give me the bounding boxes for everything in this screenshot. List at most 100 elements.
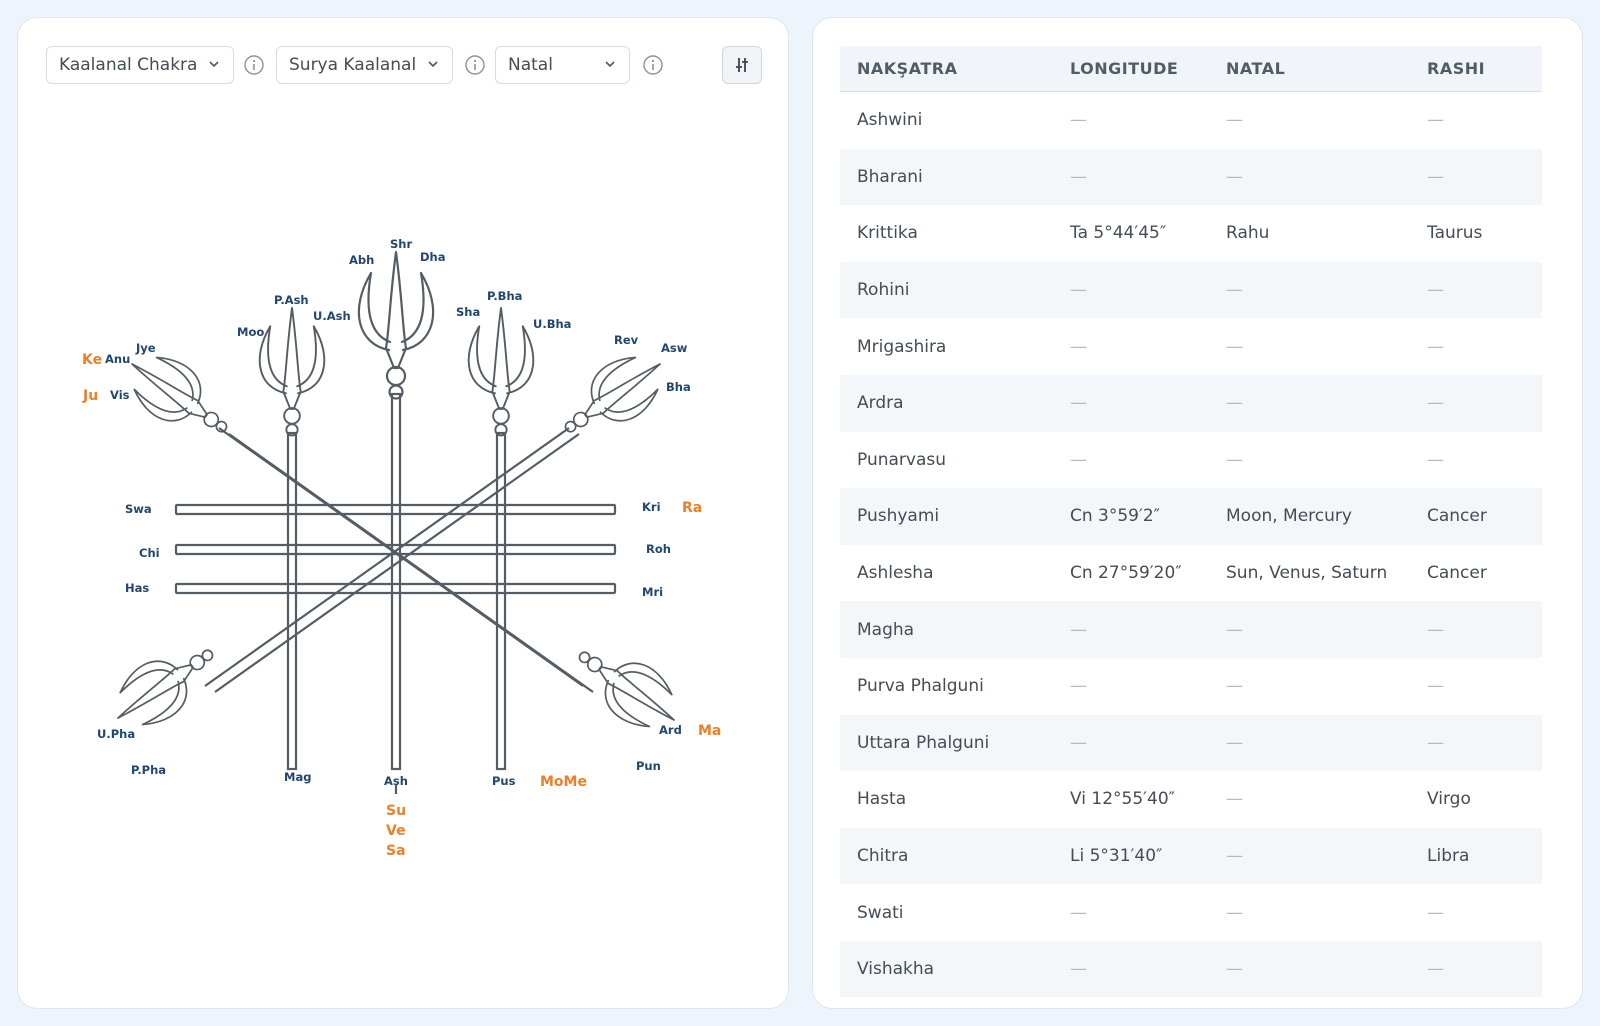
table-row[interactable]: Bharani — — — xyxy=(840,148,1542,206)
longitude-cell: — xyxy=(1053,374,1209,432)
rashi-cell: — xyxy=(1410,940,1542,997)
column-header-nakshatra[interactable]: NAKŞATRA xyxy=(840,46,1053,92)
nakshatra-label-shr: Shr xyxy=(390,237,412,251)
table-row[interactable]: Magha — — — xyxy=(840,601,1542,658)
horizontal-bars xyxy=(174,503,617,595)
planet-label-ra: Ra xyxy=(682,500,702,516)
planet-label-su: Su xyxy=(386,803,406,819)
nakshatra-label-uash: U.Ash xyxy=(313,309,351,323)
table-row[interactable]: Ashlesha Cn 27°59′20″ Sun, Venus, Saturn Ca… xyxy=(840,545,1542,602)
natal-cell: — xyxy=(1226,110,1243,131)
nakshatra-cell: Ardra xyxy=(840,374,1053,432)
planet-label-ju: Ju xyxy=(82,388,98,404)
planet-label-sa: Sa xyxy=(386,843,406,859)
longitude-cell: — xyxy=(1070,676,1087,697)
natal-cell: — xyxy=(1209,261,1410,319)
longitude-cell: — xyxy=(1053,601,1209,658)
table-row[interactable]: Uttara Phalguni — — — xyxy=(840,714,1542,772)
column-header-natal[interactable]: NATAL xyxy=(1209,46,1410,92)
trishul-head xyxy=(100,627,230,743)
planet-label-ve: Ve xyxy=(386,823,406,839)
trishul-head xyxy=(357,250,435,400)
longitude-cell: — xyxy=(1070,336,1087,357)
natal-cell: — xyxy=(1209,374,1410,432)
longitude-cell: Cn 3°59′2″ xyxy=(1053,488,1209,545)
nakshatra-label-bha: Bha xyxy=(666,380,691,394)
natal-cell: — xyxy=(1209,827,1410,885)
rashi-cell: — xyxy=(1427,449,1444,470)
longitude-cell: — xyxy=(1070,449,1087,470)
table-row[interactable]: Ardra — — — xyxy=(840,374,1542,432)
natal-cell: — xyxy=(1209,148,1410,206)
planet-label-ke: Ke xyxy=(82,352,102,368)
rashi-cell: Taurus xyxy=(1427,223,1483,244)
table-row[interactable]: Hasta Vi 12°55′40″ — Virgo xyxy=(840,771,1542,828)
nakshatra-cell: Swati xyxy=(857,902,904,923)
natal-cell: — xyxy=(1209,714,1410,772)
table-row[interactable]: Rohini — — — xyxy=(840,261,1542,319)
column-header-longitude[interactable]: LONGITUDE xyxy=(1053,46,1209,92)
nakshatra-label-anu: Anu xyxy=(105,352,130,366)
trishul-head xyxy=(258,307,326,437)
nakshatra-cell: Chitra xyxy=(840,827,1053,885)
nakshatra-table-scroll[interactable]: NAKŞATRA LONGITUDE NATAL RASHI Ashwini — —… xyxy=(840,46,1542,997)
natal-cell: — xyxy=(1226,789,1243,810)
nakshatra-label-pus: Pus xyxy=(492,774,516,788)
longitude-cell: — xyxy=(1053,714,1209,772)
nakshatra-label-mri: Mri xyxy=(642,585,663,599)
longitude-cell: — xyxy=(1053,261,1209,319)
table-row[interactable]: Pushyami Cn 3°59′2″ Moon, Mercury Cancer xyxy=(840,488,1542,545)
rashi-cell: Cancer xyxy=(1427,563,1487,584)
longitude-cell: — xyxy=(1053,148,1209,206)
nakshatra-label-swa: Swa xyxy=(125,502,152,516)
rashi-cell: — xyxy=(1410,148,1542,206)
rashi-cell: — xyxy=(1410,374,1542,432)
nakshatra-label-pun: Pun xyxy=(636,759,661,773)
rashi-cell: — xyxy=(1427,336,1444,357)
table-row[interactable]: Mrigashira — — — xyxy=(840,318,1542,375)
longitude-cell: Vi 12°55′40″ xyxy=(1070,789,1175,810)
nakshatra-label-ard: Ard xyxy=(659,723,682,737)
natal-cell: Sun, Venus, Saturn xyxy=(1226,563,1388,584)
longitude-cell: — xyxy=(1070,902,1087,923)
nakshatra-label-sha: Sha xyxy=(456,305,480,319)
kaalanal-chakra-diagram: Shr Abh Dha P.Ash U.Ash Moo Sha P.Bha U.… xyxy=(82,237,721,859)
rashi-cell: — xyxy=(1427,676,1444,697)
table-row[interactable]: Ashwini — — — xyxy=(840,92,1542,149)
nakshatra-cell: Mrigashira xyxy=(857,336,947,357)
nakshatra-cell: Uttara Phalguni xyxy=(840,714,1053,772)
natal-cell: — xyxy=(1226,676,1243,697)
natal-cell: Moon, Mercury xyxy=(1209,488,1410,545)
rashi-cell: — xyxy=(1410,261,1542,319)
nakshatra-label-ash: Ash xyxy=(384,774,408,788)
nakshatra-label-vis: Vis xyxy=(110,388,130,402)
planet-label-mome: MoMe xyxy=(540,774,587,790)
nakshatra-cell: Pushyami xyxy=(840,488,1053,545)
column-header-rashi[interactable]: RASHI xyxy=(1410,46,1542,92)
nakshatra-cell: Magha xyxy=(840,601,1053,658)
planet-label-ma: Ma xyxy=(698,723,721,739)
natal-cell: — xyxy=(1226,336,1243,357)
table-row[interactable]: Chitra Li 5°31′40″ — Libra xyxy=(840,827,1542,885)
nakshatra-cell: Rohini xyxy=(840,261,1053,319)
nakshatra-cell: Punarvasu xyxy=(857,449,947,470)
table-row[interactable]: Krittika Ta 5°44′45″ Rahu Taurus xyxy=(840,205,1542,262)
nakshatra-label-has: Has xyxy=(125,581,149,595)
nakshatra-label-moo: Moo xyxy=(237,325,264,339)
nakshatra-label-roh: Roh xyxy=(646,542,671,556)
table-row[interactable]: Swati — — — xyxy=(840,884,1542,941)
table-row[interactable]: Punarvasu — — — xyxy=(840,432,1542,489)
rashi-cell: Virgo xyxy=(1427,789,1471,810)
nakshatra-table-panel: NAKŞATRA LONGITUDE NATAL RASHI Ashwini — —… xyxy=(812,17,1583,1009)
table-row[interactable]: Vishakha — — — xyxy=(840,940,1542,997)
nakshatra-table: NAKŞATRA LONGITUDE NATAL RASHI Ashwini — —… xyxy=(840,46,1542,997)
longitude-cell: Ta 5°44′45″ xyxy=(1070,223,1167,244)
nakshatra-label-upha: U.Pha xyxy=(97,727,135,741)
rashi-cell: — xyxy=(1410,601,1542,658)
nakshatra-cell: Krittika xyxy=(857,223,918,244)
longitude-cell: — xyxy=(1053,940,1209,997)
table-row[interactable]: Purva Phalguni — — — xyxy=(840,658,1542,715)
natal-cell: — xyxy=(1226,449,1243,470)
rashi-cell: — xyxy=(1427,110,1444,131)
table-header-row: NAKŞATRA LONGITUDE NATAL RASHI xyxy=(840,46,1542,92)
